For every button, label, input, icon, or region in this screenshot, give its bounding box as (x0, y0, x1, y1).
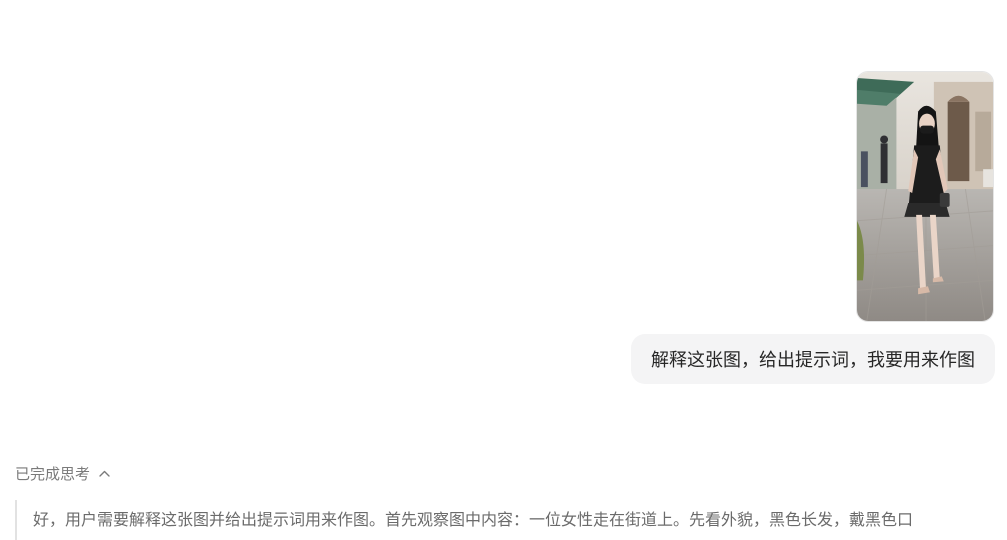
thinking-text: 好，用户需要解释这张图并给出提示词用来作图。首先观察图中内容：一位女性走在街道上… (33, 510, 914, 529)
thinking-toggle-label: 已完成思考 (15, 464, 91, 483)
user-message-text: 解释这张图，给出提示词，我要用来作图 (651, 350, 975, 371)
user-message-bubble: 解释这张图，给出提示词，我要用来作图 (631, 334, 995, 384)
thinking-content: 好，用户需要解释这张图并给出提示词用来作图。首先观察图中内容：一位女性走在街道上… (15, 500, 1007, 540)
uploaded-photo (857, 72, 993, 321)
uploaded-image[interactable] (856, 71, 994, 322)
chat-area: 解释这张图，给出提示词，我要用来作图 已完成思考 好，用户需要解释这张图并给出提… (0, 0, 1007, 540)
thinking-toggle[interactable]: 已完成思考 (15, 462, 111, 484)
chevron-up-icon (99, 470, 110, 477)
